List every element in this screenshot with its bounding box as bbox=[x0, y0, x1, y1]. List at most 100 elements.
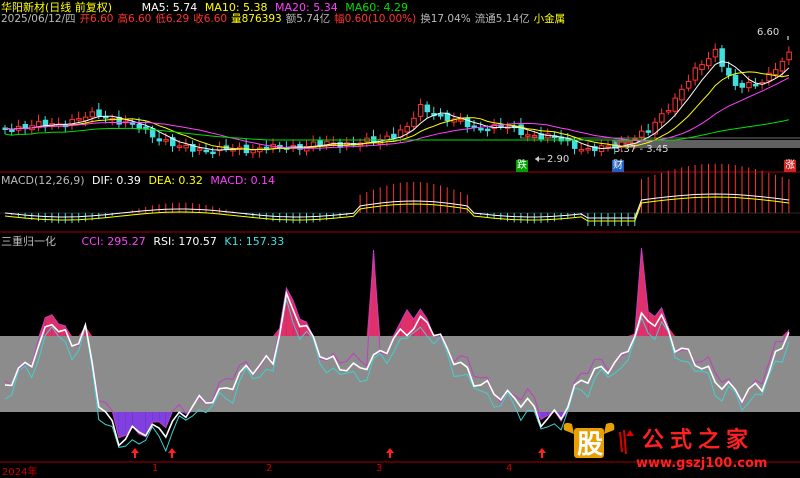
candle bbox=[492, 119, 497, 134]
axis-month-2: 2 bbox=[266, 463, 272, 474]
badge-down[interactable]: 跌 bbox=[516, 160, 528, 172]
dif-line bbox=[5, 194, 789, 218]
quote-high: 高6.60 bbox=[117, 13, 151, 25]
candle bbox=[418, 99, 423, 122]
indicator-header: 三重归一化 CCI: 295.27 RSI: 170.57 K1: 157.33 bbox=[1, 235, 288, 248]
watermark-brand: 公式之家 bbox=[642, 422, 754, 454]
candle bbox=[231, 144, 236, 157]
cci-fill-down bbox=[152, 412, 159, 422]
dea-line bbox=[5, 197, 789, 221]
quote-low: 低6.29 bbox=[155, 13, 189, 25]
candle bbox=[707, 52, 712, 70]
candle bbox=[311, 135, 316, 151]
candle bbox=[599, 139, 604, 156]
quote-tag[interactable]: 小金属 bbox=[534, 13, 566, 25]
candle bbox=[37, 115, 42, 131]
candle bbox=[351, 137, 356, 148]
candle bbox=[104, 111, 109, 123]
macd-lines bbox=[5, 194, 789, 221]
badge-cai[interactable]: 财 bbox=[612, 160, 624, 172]
candle bbox=[593, 143, 598, 156]
macd-value: MACD: 0.14 bbox=[210, 174, 275, 187]
macd-title[interactable]: MACD(12,26,9) bbox=[1, 174, 85, 187]
candle bbox=[191, 140, 196, 157]
watermark-url: www.gszj100.com bbox=[636, 456, 767, 471]
quote-close: 收6.60 bbox=[193, 13, 227, 25]
candle bbox=[733, 69, 738, 90]
axis-month-3: 3 bbox=[376, 463, 382, 474]
candle bbox=[291, 139, 296, 152]
candle bbox=[3, 125, 8, 134]
candle bbox=[16, 120, 21, 135]
low-price-label: 2.90 bbox=[547, 154, 569, 165]
candle bbox=[653, 118, 658, 140]
indicator-k1: K1: 157.33 bbox=[224, 235, 284, 248]
candle bbox=[666, 104, 671, 115]
macd-dea: DEA: 0.32 bbox=[148, 174, 202, 187]
buy-arrow bbox=[386, 448, 394, 458]
candle bbox=[660, 108, 665, 127]
candle bbox=[445, 110, 450, 126]
candle bbox=[425, 101, 430, 117]
quote-open: 开6.60 bbox=[80, 13, 114, 25]
candle bbox=[686, 75, 691, 92]
indicator-rsi: RSI: 170.57 bbox=[153, 235, 217, 248]
candle bbox=[405, 122, 410, 138]
axis-month-1: 1 bbox=[152, 463, 158, 474]
badge-up[interactable]: 涨 bbox=[784, 160, 796, 172]
moving-average-lines bbox=[5, 61, 789, 150]
candle bbox=[258, 144, 263, 158]
candle bbox=[251, 144, 256, 158]
watermark-logo-char: 股 bbox=[574, 424, 606, 461]
candle bbox=[740, 80, 745, 93]
indicator-title[interactable]: 三重归一化 bbox=[1, 235, 56, 248]
candle bbox=[680, 84, 685, 105]
candle bbox=[318, 137, 323, 151]
cci-fill-down bbox=[119, 412, 126, 438]
candle bbox=[552, 132, 557, 143]
candle bbox=[713, 43, 718, 62]
candle bbox=[57, 117, 62, 128]
quote-turnover: 换17.04% bbox=[420, 13, 471, 25]
candle bbox=[586, 142, 591, 154]
quote-amount: 额5.74亿 bbox=[286, 13, 330, 25]
candle bbox=[432, 107, 437, 120]
candle bbox=[693, 62, 698, 85]
candle bbox=[606, 139, 611, 151]
candle bbox=[124, 115, 129, 127]
macd-histogram bbox=[5, 164, 789, 226]
quote-float: 流通5.14亿 bbox=[475, 13, 530, 25]
macd-dif: DIF: 0.39 bbox=[92, 174, 141, 187]
quote-volume: 量876393 bbox=[231, 13, 282, 25]
candle bbox=[720, 45, 725, 72]
macd-header: MACD(12,26,9) DIF: 0.39 DEA: 0.32 MACD: … bbox=[1, 174, 279, 187]
quote-row: 2025/06/12/四开6.60高6.60 低6.29 收6.60 量876393 额… bbox=[1, 13, 569, 26]
buy-arrow bbox=[131, 448, 139, 458]
quote-change: 幅0.60(10.00%) bbox=[334, 13, 416, 25]
candle bbox=[197, 143, 202, 155]
axis-month-4: 4 bbox=[506, 463, 512, 474]
normalize-band bbox=[0, 336, 800, 412]
candle bbox=[171, 134, 176, 152]
indicator-cci: CCI: 295.27 bbox=[82, 235, 146, 248]
signal-arrows bbox=[131, 448, 546, 458]
candle bbox=[700, 60, 705, 75]
price-range-label: 3.37 - 3.45 bbox=[614, 144, 669, 155]
candle bbox=[77, 112, 82, 123]
candle bbox=[264, 140, 269, 153]
candle bbox=[787, 46, 792, 65]
candle bbox=[70, 114, 75, 130]
candle bbox=[43, 116, 48, 132]
candle bbox=[90, 107, 95, 122]
candle bbox=[157, 133, 162, 146]
axis-year: 2024年 bbox=[2, 463, 37, 478]
candle bbox=[579, 143, 584, 155]
high-price-label: 6.60 bbox=[757, 27, 779, 38]
buy-arrow bbox=[168, 448, 176, 458]
watermark-logo: 股 公式之家 www.gszj100.com bbox=[560, 418, 796, 474]
buy-arrow bbox=[538, 448, 546, 458]
candle bbox=[184, 139, 189, 152]
candle bbox=[50, 118, 55, 130]
quote-date: 2025/06/12/四 bbox=[1, 13, 76, 25]
candle bbox=[646, 124, 651, 136]
